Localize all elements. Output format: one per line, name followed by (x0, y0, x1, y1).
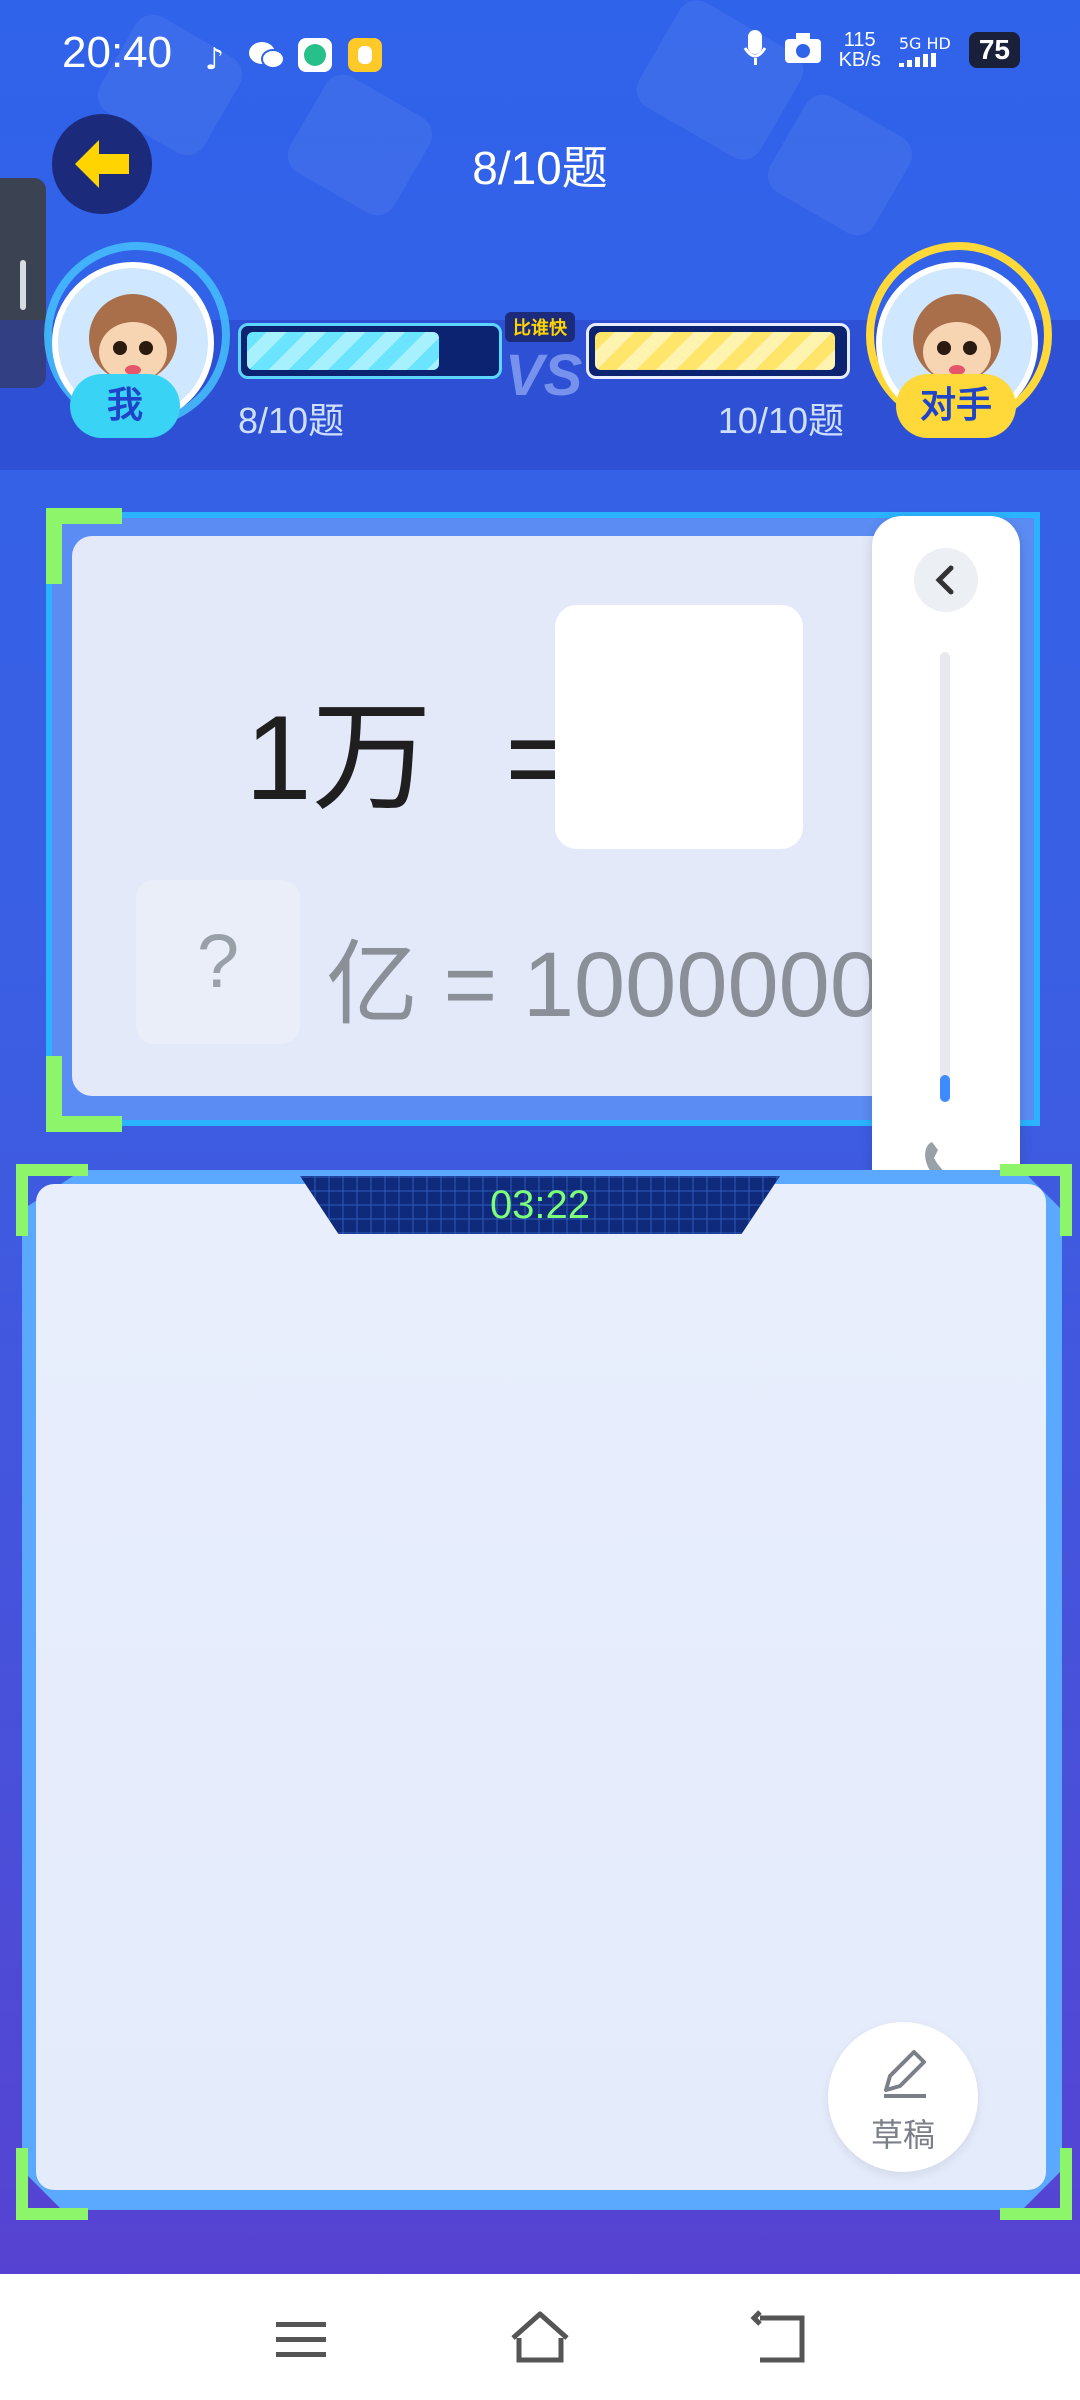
opponent-progress-text: 10/10题 (717, 400, 844, 441)
next-question-text: 亿 = 10000000 (326, 934, 872, 1036)
network-speed-value: 115 (843, 29, 876, 51)
opponent-progress-bar (586, 323, 850, 379)
status-time: 20:40 (62, 28, 173, 77)
green-app-icon (298, 38, 332, 72)
back-nav-button[interactable] (746, 2304, 816, 2374)
status-bar: 20:40 ♪ 115 KB/s 5G HD 75 (0, 0, 1080, 110)
opponent-progress-fill (595, 332, 835, 370)
wechat-icon (248, 40, 286, 76)
my-tag-label: 我 (106, 385, 143, 426)
my-tag: 我 (70, 374, 180, 438)
chevron-left-icon (935, 565, 954, 595)
page-title: 8/10题 (472, 142, 608, 194)
back-icon (750, 2310, 805, 2363)
draft-label: 草稿 (870, 2116, 935, 2154)
yellow-app-icon (348, 38, 382, 72)
network-speed-unit: KB/s (838, 49, 881, 71)
network-speed: 115 KB/s (839, 30, 881, 70)
menu-button[interactable] (266, 2304, 336, 2374)
collapse-button[interactable] (914, 548, 978, 612)
volume-slider-fill (940, 1075, 950, 1102)
versus-badge-label: 比谁快 (505, 312, 575, 342)
music-note-icon: ♪ (205, 42, 225, 77)
volume-slider[interactable] (940, 652, 950, 1102)
volume-panel (872, 516, 1020, 1236)
status-right-group: 115 KB/s 5G HD 75 (743, 30, 1020, 70)
mic-icon (743, 30, 767, 70)
draft-button[interactable]: 草稿 (828, 2022, 978, 2172)
menu-icon (276, 2322, 326, 2357)
battery-indicator: 75 (968, 32, 1020, 68)
navigation-bar (0, 2274, 1080, 2400)
question-expression: 1万 = (245, 660, 575, 834)
home-icon (511, 2311, 569, 2363)
my-progress-fill (247, 332, 439, 370)
opponent-tag: 对手 (896, 374, 1016, 438)
question-left: 1万 (245, 691, 432, 825)
vs-emblem: VS (505, 343, 583, 408)
answer-box[interactable] (555, 605, 803, 849)
camera-icon (784, 33, 821, 67)
next-question-placeholder: ? (136, 880, 300, 1044)
home-button[interactable] (505, 2304, 575, 2374)
signal-icon: 5G HD (898, 33, 951, 67)
network-type: 5G HD (898, 33, 951, 53)
my-progress-bar (238, 323, 502, 379)
countdown-timer: 03:22 (489, 1183, 591, 1227)
my-progress-text: 8/10题 (238, 400, 345, 441)
opponent-tag-label: 对手 (919, 385, 992, 426)
versus-badge: 比谁快 VS (505, 312, 583, 409)
timer-tab: 03:22 (300, 1176, 780, 1234)
pencil-icon (884, 2050, 926, 2098)
